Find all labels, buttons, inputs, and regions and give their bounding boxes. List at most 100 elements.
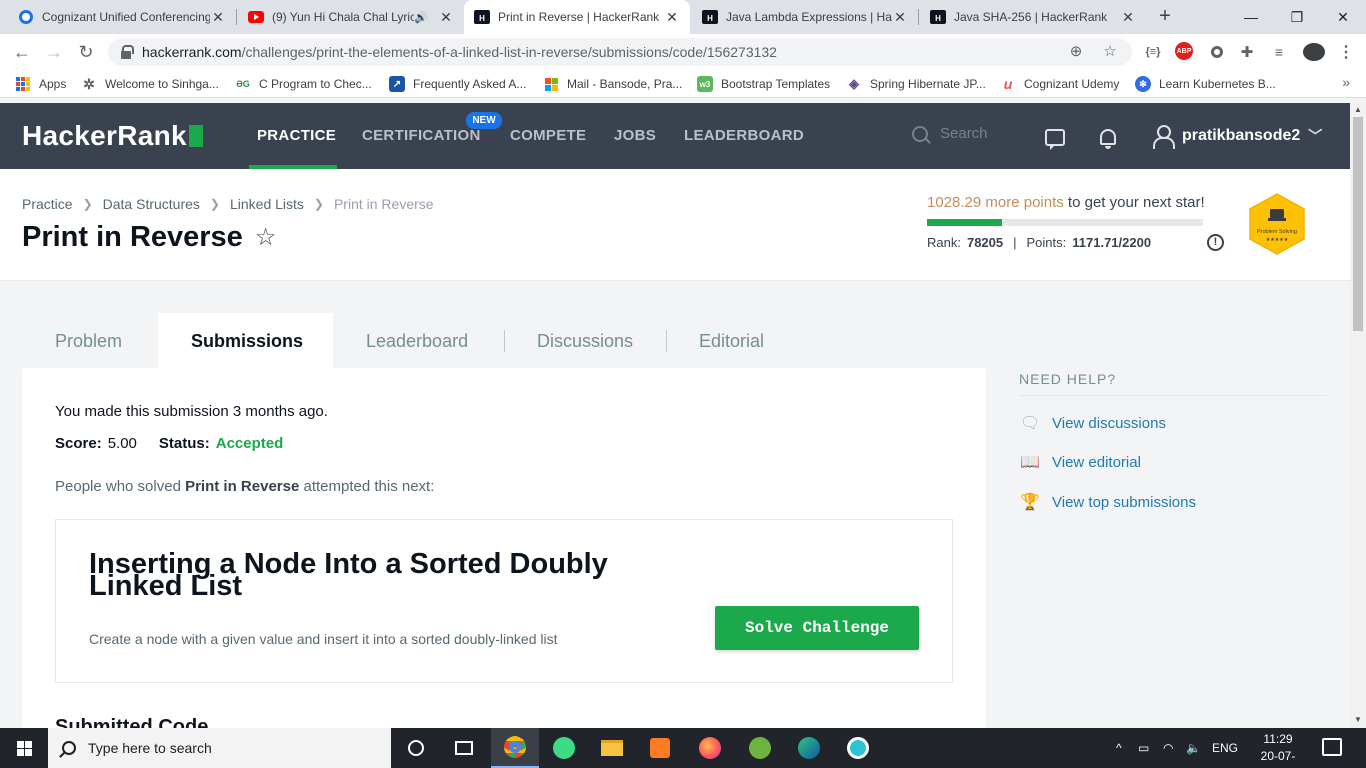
action-center-icon[interactable] [1322,738,1342,756]
lock-icon [120,45,134,59]
breadcrumb: Practice ❯ Data Structures ❯ Linked List… [22,196,434,212]
view-discussions-link[interactable]: 🗨 View discussions [1019,414,1166,433]
breadcrumb-linked-lists[interactable]: Linked Lists [230,196,304,212]
browser-tab-cognizant[interactable]: Cognizant Unified Conferencing ✕ [8,0,236,34]
bookmark-bootstrap[interactable]: w3 Bootstrap Templates [697,75,830,93]
snip-sketch-icon[interactable] [834,728,882,768]
taskbar-search[interactable]: Type here to search [48,728,391,768]
wifi-icon[interactable]: ◠ [1163,728,1173,768]
view-editorial-link[interactable]: 📖 View editorial [1019,453,1141,472]
forward-button[interactable]: → [42,40,66,64]
link-label: View editorial [1052,453,1141,471]
tab-editorial[interactable]: Editorial [699,331,764,352]
bookmark-apps[interactable]: Apps [15,75,66,93]
view-top-submissions-link[interactable]: 🏆 View top submissions [1019,493,1196,512]
bookmark-spring[interactable]: ◈ Spring Hibernate JP... [846,75,986,93]
close-icon[interactable]: ✕ [438,9,454,26]
media-control-icon[interactable]: ≡ [1269,42,1289,62]
input-language[interactable]: ENG [1212,728,1238,768]
bookmark-kubernetes[interactable]: ✻ Learn Kubernetes B... [1135,75,1276,93]
problem-solving-badge[interactable]: Problem Solving ★★★★★ [1249,193,1305,255]
adblock-plus-icon[interactable]: ABP [1175,42,1193,60]
notifications-bell-icon[interactable] [1097,126,1119,149]
nav-practice[interactable]: PRACTICE [257,127,336,144]
next-star-message: 1028.29 more points to get your next sta… [927,194,1205,211]
file-explorer-icon[interactable] [588,728,636,768]
bookmark-star-icon[interactable]: ☆ [255,223,277,252]
browser-tab-java-sha256[interactable]: H Java SHA-256 | HackerRank ✕ [920,0,1146,34]
bookmark-star-icon[interactable]: ☆ [1100,42,1120,62]
xampp-icon[interactable] [636,728,684,768]
profile-avatar[interactable] [1302,42,1326,62]
android-studio-icon[interactable] [540,728,588,768]
bookmark-c-program[interactable]: ƏG C Program to Chec... [235,75,372,93]
page-scrollbar[interactable]: ▲ ▼ [1350,103,1366,728]
cortana-icon[interactable] [392,728,440,768]
breadcrumb-data-structures[interactable]: Data Structures [103,196,200,212]
start-button[interactable] [0,728,48,768]
close-window-button[interactable]: ✕ [1320,0,1366,34]
extension-circle-icon[interactable] [1207,42,1227,62]
info-icon[interactable]: ! [1207,234,1224,251]
hackerrank-logo[interactable]: HackerRank [22,120,203,152]
badge-stars: ★★★★★ [1266,237,1289,243]
nav-certification[interactable]: CERTIFICATION [362,127,481,144]
bookmark-faq[interactable]: ↗ Frequently Asked A... [389,75,526,93]
address-bar[interactable]: hackerrank.com/challenges/print-the-elem… [108,38,1132,66]
close-icon[interactable]: ✕ [210,9,226,26]
need-help-heading: NEED HELP? [1019,371,1117,387]
reload-button[interactable]: ↻ [74,40,98,64]
nav-jobs[interactable]: JOBS [614,127,656,144]
solve-challenge-button[interactable]: Solve Challenge [715,606,919,650]
speaker-icon[interactable]: 🔊 [414,11,428,24]
system-clock[interactable]: 11:29 20-07-2020 [1250,731,1306,768]
zoom-icon[interactable]: ⊕ [1066,42,1086,62]
scroll-up-arrow-icon[interactable]: ▲ [1354,105,1362,114]
spring-tool-suite-icon[interactable] [736,728,784,768]
bookmark-sinhgad[interactable]: ✲ Welcome to Sinhga... [81,75,219,93]
scrollbar-thumb[interactable] [1353,117,1363,331]
chrome-taskbar-icon[interactable] [491,728,539,768]
new-tab-button[interactable]: + [1153,5,1177,29]
url-path: /challenges/print-the-elements-of-a-link… [241,44,777,60]
minimize-button[interactable]: — [1228,0,1274,34]
tab-leaderboard[interactable]: Leaderboard [366,331,468,352]
browser-tab-print-in-reverse[interactable]: H Print in Reverse | HackerRank ✕ [464,0,690,34]
close-icon[interactable]: ✕ [892,9,908,26]
back-button[interactable]: ← [10,40,34,64]
messages-icon[interactable] [1044,126,1066,150]
firefox-icon[interactable] [686,728,734,768]
scroll-down-arrow-icon[interactable]: ▼ [1354,715,1362,724]
close-icon[interactable]: ✕ [664,9,680,26]
volume-icon[interactable]: 🔈 [1186,728,1201,768]
tab-title: Java SHA-256 | HackerRank [954,10,1108,24]
search-icon [62,741,76,755]
cognizant-icon [18,9,34,25]
site-search[interactable]: Search [912,125,988,142]
show-hidden-icons[interactable]: ^ [1116,728,1122,768]
link-label: View discussions [1052,414,1166,432]
tab-submissions[interactable]: Submissions [191,331,303,352]
bookmark-udemy[interactable]: u Cognizant Udemy [1000,75,1120,93]
nav-compete[interactable]: COMPETE [510,127,586,144]
task-view-icon[interactable] [440,728,488,768]
breadcrumb-practice[interactable]: Practice [22,196,73,212]
nav-leaderboard[interactable]: LEADERBOARD [684,127,804,144]
tab-problem[interactable]: Problem [55,331,122,352]
recommended-challenge-title[interactable]: Inserting a Node Into a Sorted Doubly Li… [89,550,689,601]
close-icon[interactable]: ✕ [1120,9,1136,26]
browser-tab-youtube[interactable]: (9) Yun Hi Chala Chal Lyrics 🔊 ✕ [238,0,464,34]
user-menu[interactable]: pratikbansode2 ﹀ [1152,125,1322,149]
edge-icon[interactable] [785,728,833,768]
chrome-menu-icon[interactable]: ⋮ [1336,42,1356,62]
browser-tab-java-lambda[interactable]: H Java Lambda Expressions | HackerRank ✕ [692,0,918,34]
battery-icon[interactable]: ▭ [1138,728,1149,768]
extension-json-icon[interactable]: {≡} [1143,42,1163,62]
extensions-puzzle-icon[interactable]: ✚ [1237,42,1257,62]
badge-label: Problem Solving [1257,229,1297,235]
tab-discussions[interactable]: Discussions [537,331,633,352]
more-bookmarks-icon[interactable]: » [1342,74,1350,90]
status-label: Status: [158,435,210,452]
bookmark-mail[interactable]: Mail - Bansode, Pra... [543,75,682,93]
restore-button[interactable]: ❐ [1274,0,1320,34]
